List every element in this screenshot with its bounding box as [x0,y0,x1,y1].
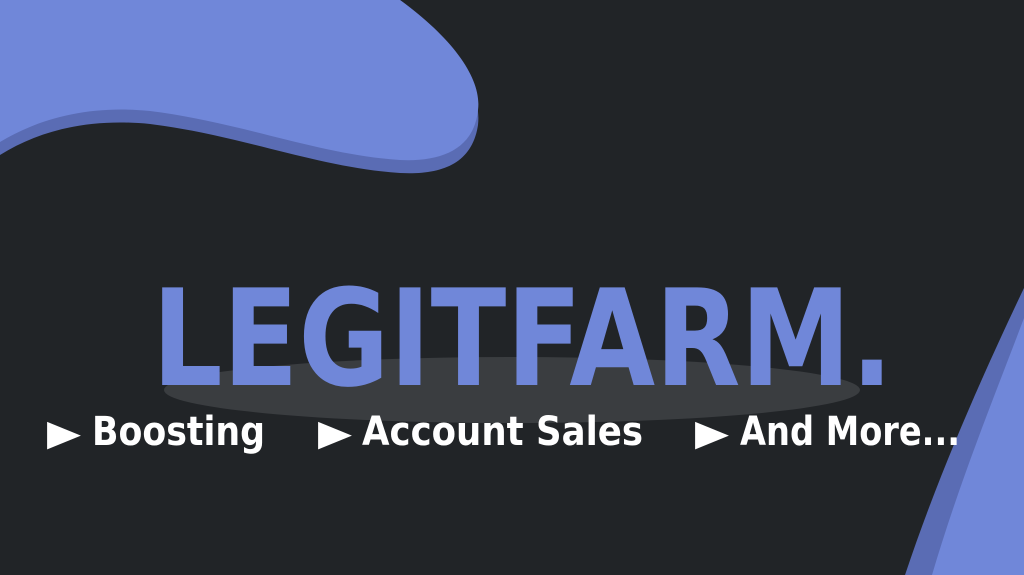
brand-title: LEGITFARM. [152,261,893,417]
tagline-icon: ▶ [47,413,81,454]
tagline-account-sales: Account Sales [362,409,643,455]
tagline-icon: ▶ [695,413,729,454]
tagline-icon: ▶ [318,413,352,454]
banner: LEGITFARM. ▶ Boosting ▶ Account Sales ▶ … [0,0,1024,575]
banner-canvas: LEGITFARM. ▶ Boosting ▶ Account Sales ▶ … [0,0,1024,575]
tagline-and-more: And More... [740,409,960,455]
tagline-boosting: Boosting [92,409,265,455]
